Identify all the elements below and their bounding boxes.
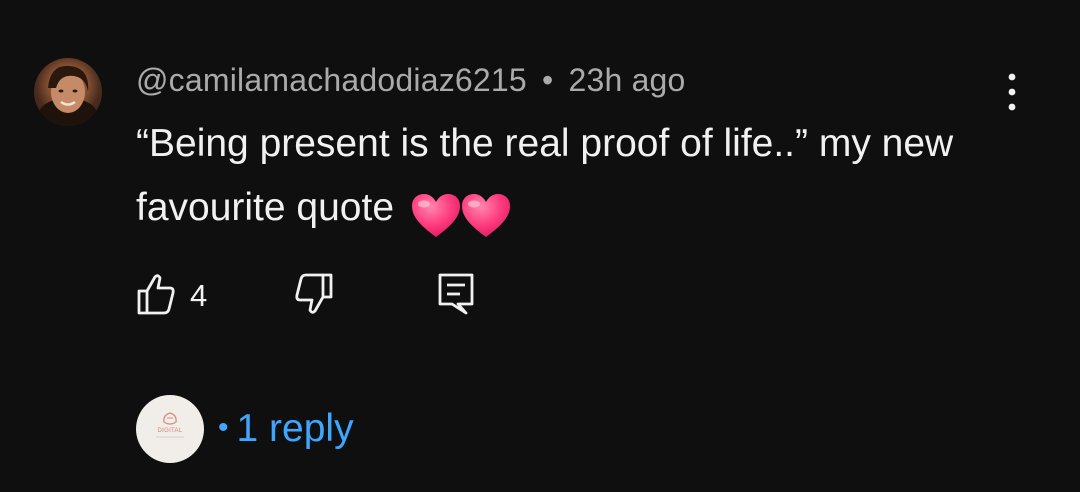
like-button[interactable] (136, 272, 176, 316)
meta-separator: • (541, 62, 554, 98)
commenter-avatar[interactable] (34, 58, 102, 126)
more-options-icon[interactable] (994, 72, 1030, 112)
reply-icon (438, 273, 474, 315)
avatar-photo (38, 65, 98, 126)
view-replies-link[interactable]: • 1 reply (218, 407, 354, 451)
reply-count-label: 1 reply (236, 407, 354, 450)
author-handle[interactable]: @camilamachadodiaz6215 (136, 62, 527, 98)
thumbs-down-icon (295, 273, 333, 314)
emoji-group (411, 182, 511, 246)
comment-timestamp: 23h ago (568, 62, 686, 98)
reply-button[interactable] (436, 272, 476, 316)
heart-emoji-icon (461, 193, 510, 237)
comment-text: “Being present is the real proof of life… (136, 122, 954, 229)
comment-meta: @camilamachadodiaz6215 • 23h ago (136, 62, 686, 99)
like-count: 4 (190, 278, 208, 313)
comment-body: “Being present is the real proof of life… (136, 112, 996, 246)
heart-emoji-icon (411, 193, 460, 237)
dislike-button[interactable] (294, 272, 334, 316)
reply-bullet: • (218, 411, 229, 444)
creator-avatar: DIGITAL (136, 395, 204, 463)
thumbs-up-icon (137, 274, 175, 315)
creator-logo-text: DIGITAL (157, 428, 183, 434)
